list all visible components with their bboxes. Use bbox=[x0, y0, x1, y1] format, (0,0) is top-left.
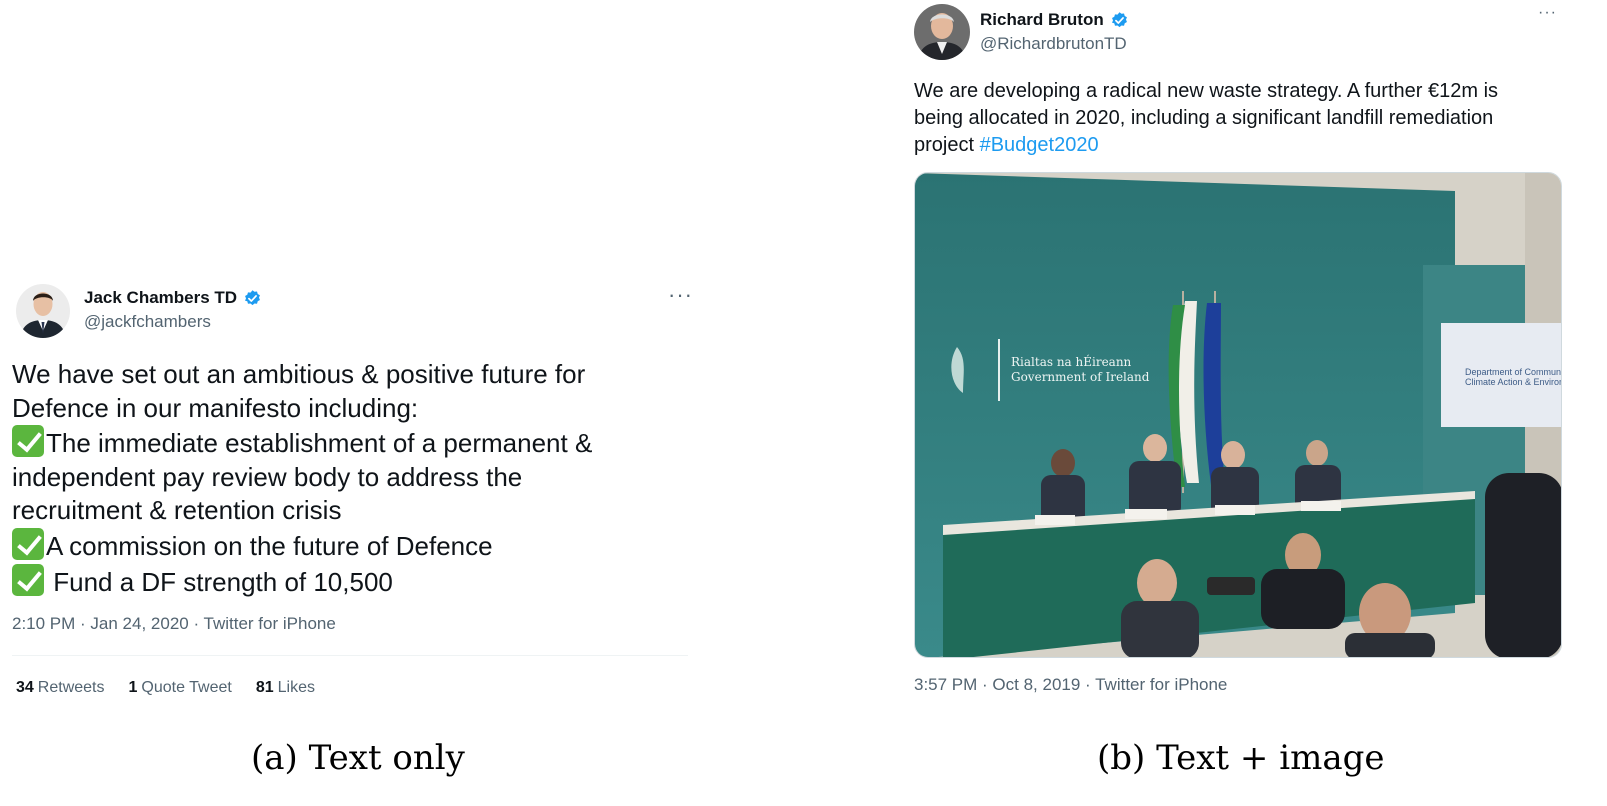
author-handle[interactable]: @jackfchambers bbox=[84, 312, 211, 332]
author-name-row: Jack Chambers TD bbox=[84, 288, 262, 308]
tweet-line-checked: The immediate establishment of a permane… bbox=[12, 425, 672, 461]
divider bbox=[12, 655, 688, 656]
check-mark-icon bbox=[12, 527, 44, 560]
more-horizontal-icon[interactable]: ··· bbox=[1538, 4, 1557, 22]
caption-a: (a) Text only bbox=[251, 738, 465, 778]
hashtag-link[interactable]: #Budget2020 bbox=[980, 134, 1099, 156]
tweet-line: independent pay review body to address t… bbox=[12, 461, 523, 492]
screen-text-2: Climate Action & Environm bbox=[1465, 377, 1562, 387]
wall-text-irish: Rialtas na hÉireann bbox=[1011, 354, 1132, 369]
caption-b: (b) Text + image bbox=[1097, 738, 1385, 778]
avatar[interactable] bbox=[914, 4, 970, 60]
likes-stat[interactable]: 81 Likes bbox=[256, 679, 315, 697]
press-conference-photo: Rialtas na hÉireann Government of Irelan… bbox=[915, 173, 1562, 657]
tweet-line-checked: A commission on the future of Defence bbox=[12, 527, 672, 564]
author-handle[interactable]: @RichardbrutonTD bbox=[980, 34, 1127, 54]
author-name-row: Richard Bruton bbox=[980, 10, 1129, 30]
tweet-line: We have set out an ambitious & positive … bbox=[12, 359, 586, 389]
wall-text-english: Government of Ireland bbox=[1011, 370, 1150, 384]
check-mark-icon bbox=[12, 425, 44, 458]
author-name[interactable]: Jack Chambers TD bbox=[84, 288, 237, 308]
avatar[interactable] bbox=[16, 284, 70, 338]
tweet-text: We have set out an ambitious & positive … bbox=[12, 358, 672, 599]
engagement-stats: 34 Retweets 1 Quote Tweet 81 Likes bbox=[16, 679, 315, 697]
tweet-line-checked: Fund a DF strength of 10,500 bbox=[12, 563, 672, 600]
tweet-line: Defence in our manifesto including: bbox=[12, 392, 419, 423]
tweet-line-with-hashtag: project #Budget2020 bbox=[914, 132, 1564, 159]
verified-badge-icon bbox=[245, 289, 261, 305]
tweet-line: We are developing a radical new waste st… bbox=[914, 80, 1499, 102]
tweet-line-text: A commission on the future of Defence bbox=[46, 530, 493, 561]
tweet-line-text: project bbox=[914, 134, 980, 156]
tweet-line-text: Fund a DF strength of 10,500 bbox=[46, 566, 393, 597]
tweet-photo[interactable]: Rialtas na hÉireann Government of Irelan… bbox=[914, 172, 1562, 658]
quote-tweets-stat[interactable]: 1 Quote Tweet bbox=[129, 679, 232, 697]
tweet-line: recruitment & retention crisis bbox=[12, 495, 342, 526]
tweet-timestamp[interactable]: 2:10 PM · Jan 24, 2020 · Twitter for iPh… bbox=[12, 614, 336, 634]
more-horizontal-icon[interactable]: ··· bbox=[668, 282, 693, 308]
verified-badge-icon bbox=[1111, 11, 1127, 27]
tweet-line-text: The immediate establishment of a permane… bbox=[46, 428, 593, 459]
author-name[interactable]: Richard Bruton bbox=[980, 10, 1104, 30]
retweets-stat[interactable]: 34 Retweets bbox=[16, 679, 105, 697]
check-mark-icon bbox=[12, 563, 44, 596]
tweet-text: We are developing a radical new waste st… bbox=[914, 78, 1564, 159]
screen-text-1: Department of Communica bbox=[1465, 367, 1562, 377]
tweet-line: being allocated in 2020, including a sig… bbox=[914, 107, 1494, 129]
tweet-card-text-only: Jack Chambers TD @jackfchambers ··· We h… bbox=[12, 282, 693, 704]
tweet-timestamp[interactable]: 3:57 PM · Oct 8, 2019 · Twitter for iPho… bbox=[914, 675, 1227, 695]
tweet-card-text-image: Richard Bruton @RichardbrutonTD ··· We a… bbox=[914, 4, 1564, 704]
